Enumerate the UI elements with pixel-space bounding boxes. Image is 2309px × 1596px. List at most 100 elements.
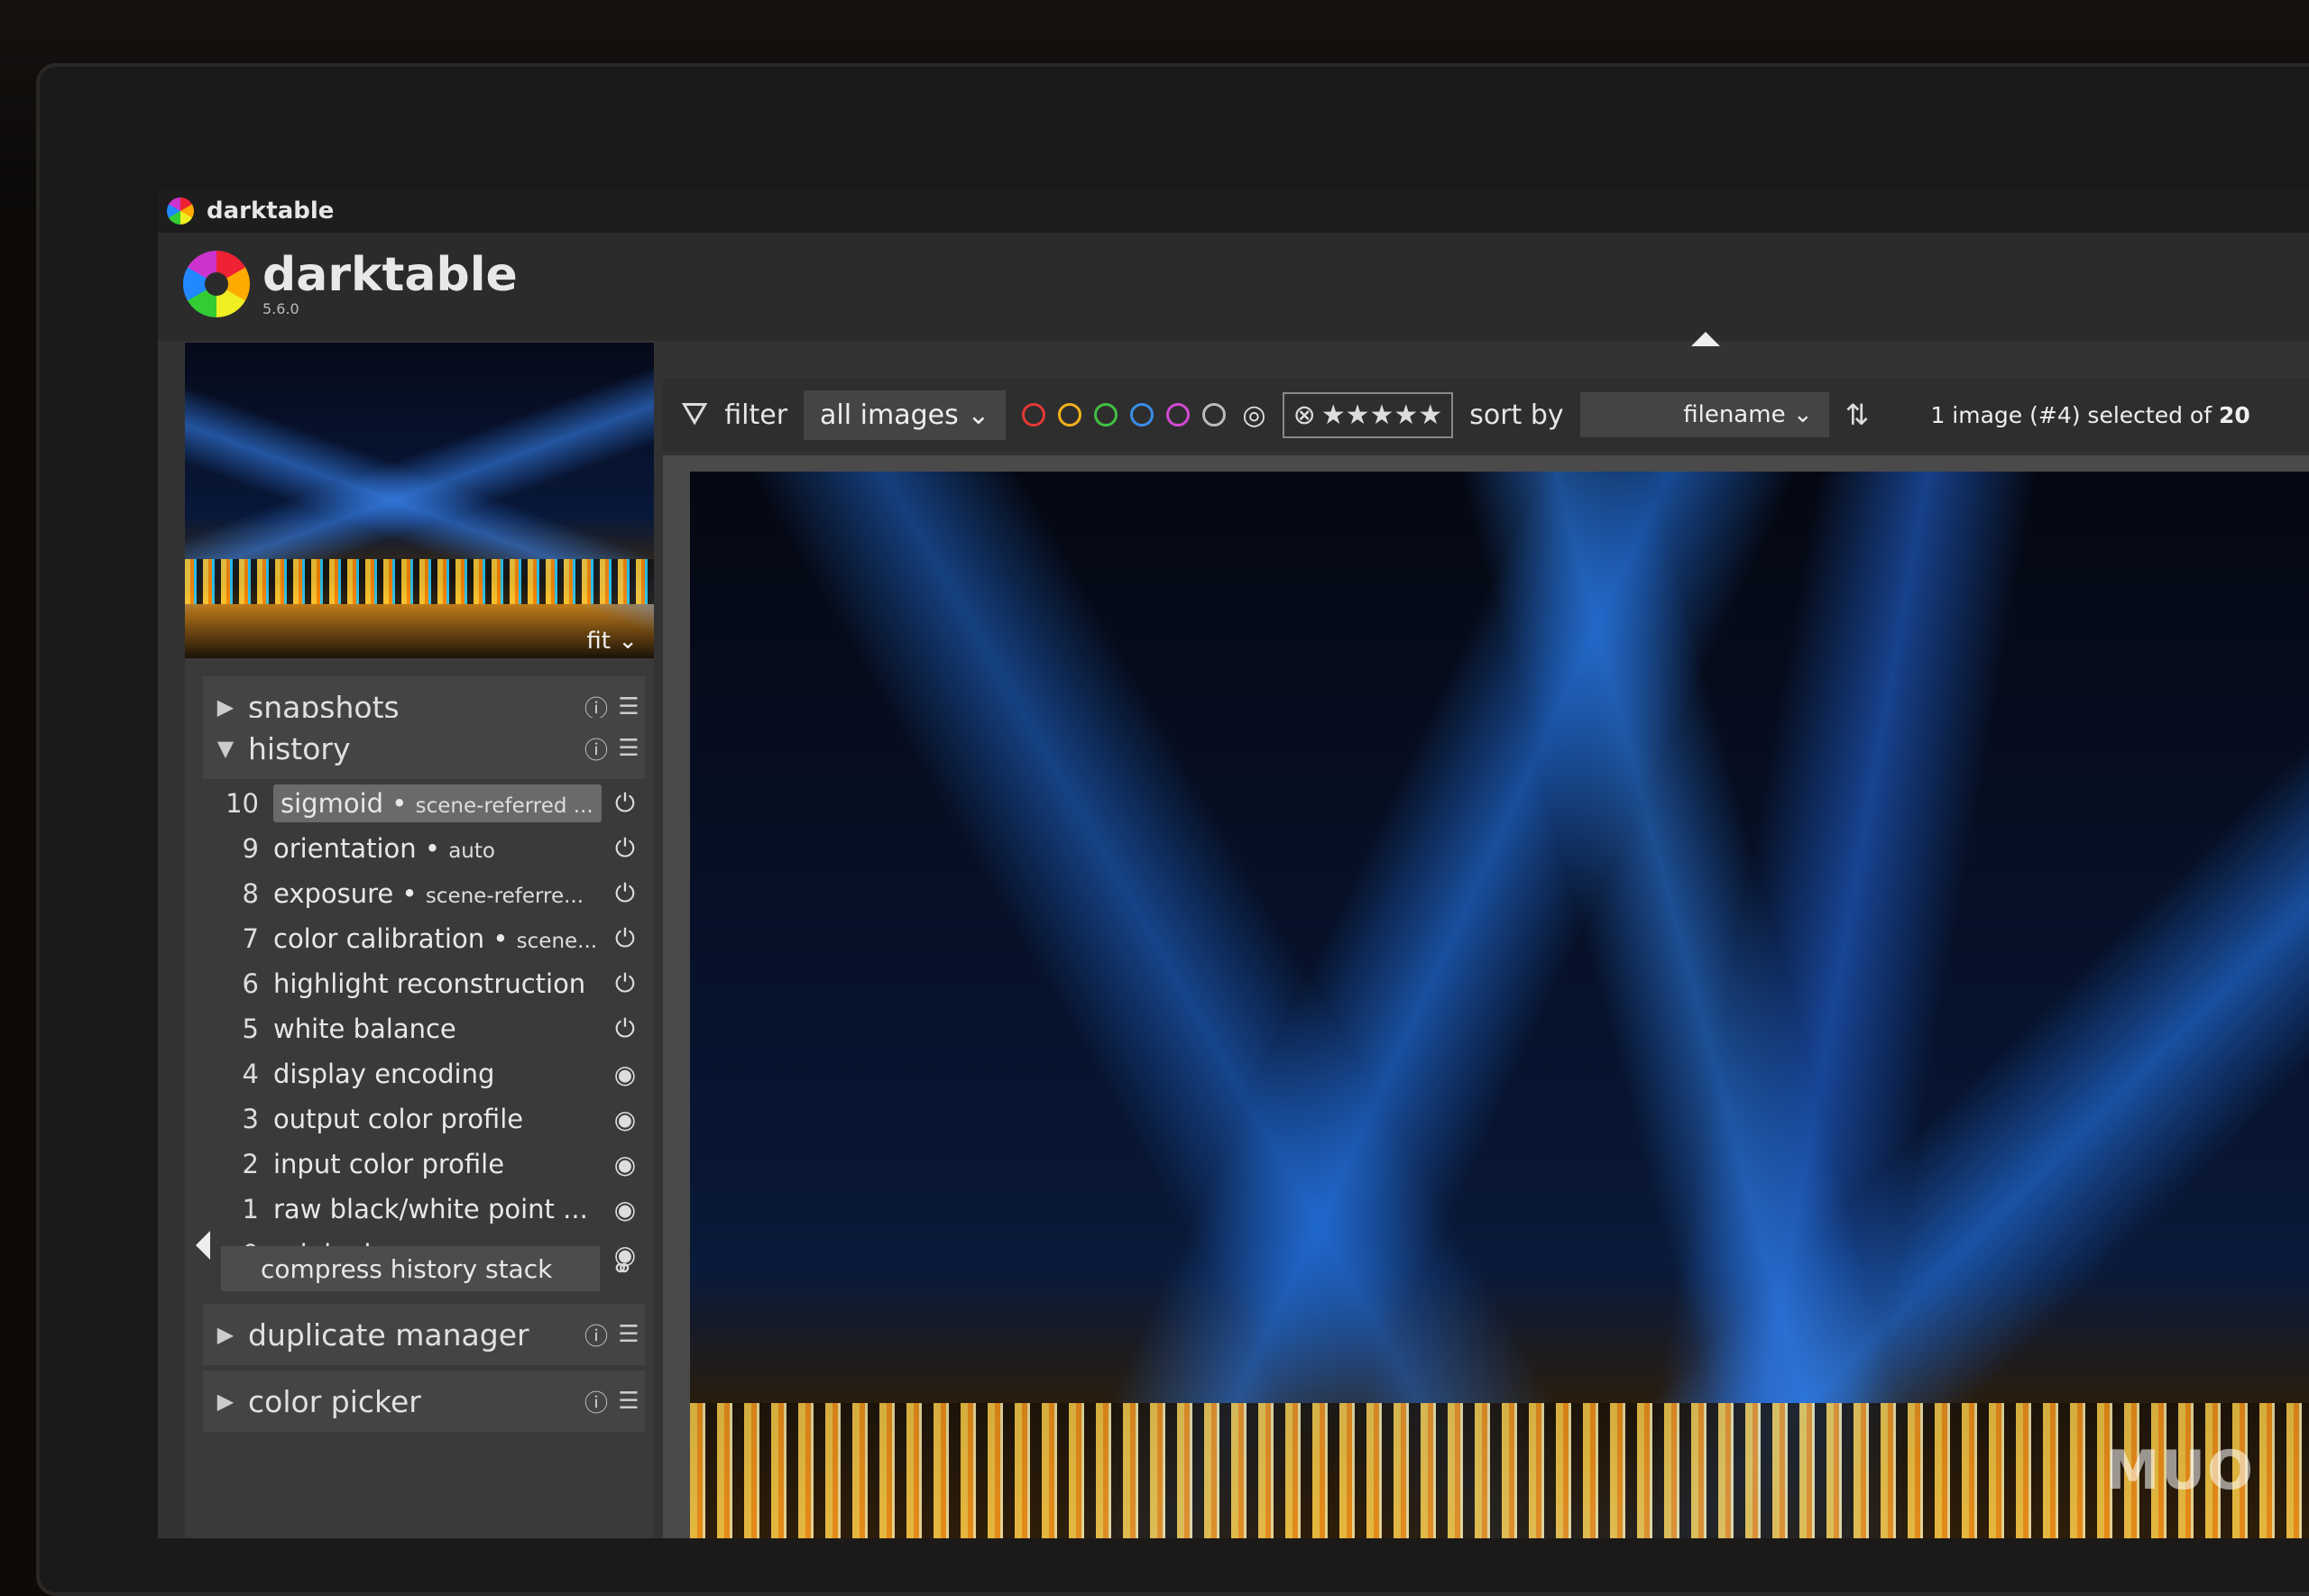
color-label-operator-icon[interactable]: ◎ (1242, 399, 1265, 431)
create-style-icon[interactable]: ⚭ (600, 1253, 645, 1285)
chevron-down-icon: ⌄ (967, 399, 990, 431)
sort-value: filename (1683, 401, 1786, 428)
history-item-number: 2 (242, 1149, 259, 1179)
history-item[interactable]: 7 color calibration • scene... ⏻ (203, 916, 645, 961)
app-icon (167, 197, 194, 225)
watermark: MUO (2105, 1439, 2255, 1502)
power-icon: ⏻ (614, 788, 636, 818)
left-panel: fit ⌄ ▶ snapshots ⓘ ☰ ▼ history ⓘ ☰ 10 si… (185, 343, 654, 1538)
always-on-icon: ◉ (613, 1059, 637, 1089)
history-item-module: input color profile (273, 1149, 505, 1179)
history-item-label: raw black/white point ... (273, 1194, 605, 1225)
sort-by-label: sort by (1469, 399, 1564, 431)
filter-value: all images (820, 399, 959, 431)
window-title: darktable (207, 197, 335, 225)
app-version: 5.6.0 (262, 299, 299, 317)
brand: darktable 5.6.0 (183, 251, 518, 317)
history-item-label: white balance (273, 1014, 605, 1044)
power-icon: ⏻ (614, 833, 636, 863)
history-item-module: white balance (273, 1014, 456, 1044)
power-icon: ⏻ (614, 1014, 636, 1043)
always-on-icon: ◉ (613, 1194, 637, 1225)
history-item[interactable]: 10 sigmoid • scene-referred ... ⏻ (203, 781, 645, 826)
compress-history-button[interactable]: compress history stack (221, 1246, 600, 1291)
history-item-detail: scene-referre... (425, 885, 584, 908)
history-item-module: sigmoid (281, 788, 384, 819)
color-label-circle-icon[interactable] (1022, 403, 1046, 427)
presets-menu-icon[interactable]: ☰ (612, 693, 645, 720)
screen: darktable darktable 5.6.0 fit ⌄ ▶ snapsh… (158, 189, 2309, 1538)
sort-order-icon[interactable]: ⇅ (1845, 398, 1870, 432)
selection-total: 20 (2218, 401, 2250, 428)
history-item-label: sigmoid • scene-referred ... (273, 784, 602, 822)
module-label-color-picker: color picker (248, 1383, 421, 1419)
module-color-picker[interactable]: ▶ color picker ⓘ ☰ (203, 1371, 645, 1432)
top-panel-collapse-arrow-icon[interactable] (1691, 332, 1720, 346)
expand-triangle-icon: ▶ (216, 1389, 235, 1414)
history-item-label: highlight reconstruction (273, 968, 605, 999)
filter-dropdown[interactable]: all images ⌄ (804, 390, 1007, 440)
history-item[interactable]: 9 orientation • auto ⏻ (203, 826, 645, 871)
history-item-label: display encoding (273, 1059, 605, 1089)
sort-dropdown[interactable]: filename ⌄ (1579, 392, 1829, 437)
module-history[interactable]: ▼ history ⓘ ☰ (203, 718, 645, 779)
selection-count: 1 image (#4) selected of 20 (1930, 402, 2249, 428)
history-item-module: color calibration (273, 923, 485, 954)
history-item[interactable]: 8 exposure • scene-referre... ⏻ (203, 871, 645, 916)
rating-filter[interactable]: ⊗ ★★★★★ (1282, 391, 1454, 438)
power-icon: ⏻ (614, 878, 636, 908)
history-item-detail: auto (448, 839, 495, 863)
power-icon: ⏻ (614, 968, 636, 998)
darkroom-center-view (663, 455, 2309, 1538)
app-name: darktable (262, 247, 518, 302)
reset-icon[interactable]: ⓘ (580, 1318, 612, 1352)
history-item-number: 5 (242, 1014, 259, 1044)
history-item[interactable]: 6 highlight reconstruction ⏻ (203, 961, 645, 1006)
reset-icon[interactable]: ⓘ (580, 1385, 612, 1418)
thumbnail-city-lights (185, 559, 654, 604)
navigation-thumbnail[interactable]: fit ⌄ (185, 343, 654, 658)
presets-menu-icon[interactable]: ☰ (612, 1321, 645, 1348)
history-item-module: display encoding (273, 1059, 495, 1089)
rejected-icon[interactable]: ⊗ (1293, 399, 1316, 431)
expand-triangle-icon: ▶ (216, 1322, 235, 1347)
history-item-module: raw black/white point ... (273, 1194, 588, 1225)
reset-icon[interactable]: ⓘ (580, 732, 612, 766)
left-panel-collapse-arrow-icon[interactable] (196, 1231, 210, 1260)
history-item[interactable]: 4 display encoding ◉ (203, 1051, 645, 1096)
history-item-module: highlight reconstruction (273, 968, 586, 999)
power-icon: ⏻ (614, 923, 636, 953)
chevron-down-icon: ⌄ (1792, 401, 1813, 428)
history-item-number: 10 (225, 788, 259, 819)
city-lights (690, 1403, 2309, 1538)
color-label-circle-icon[interactable] (1202, 403, 1227, 427)
module-duplicate-manager[interactable]: ▶ duplicate manager ⓘ ☰ (203, 1304, 645, 1365)
history-item-module: output color profile (273, 1104, 524, 1134)
history-item-label: output color profile (273, 1104, 605, 1134)
rating-stars-icon[interactable]: ★★★★★ (1321, 399, 1442, 431)
filter-label: filter (724, 399, 788, 431)
history-item-number: 3 (242, 1104, 259, 1134)
color-label-filters (1022, 403, 1227, 427)
history-item-number: 1 (242, 1194, 259, 1225)
zoom-fit-dropdown[interactable]: fit ⌄ (586, 628, 638, 655)
color-label-circle-icon[interactable] (1166, 403, 1191, 427)
collapse-triangle-icon: ▼ (216, 736, 235, 761)
history-item[interactable]: 2 input color profile ◉ (203, 1142, 645, 1187)
presets-menu-icon[interactable]: ☰ (612, 735, 645, 762)
main-image-preview[interactable] (690, 472, 2309, 1538)
color-label-circle-icon[interactable] (1058, 403, 1082, 427)
presets-menu-icon[interactable]: ☰ (612, 1388, 645, 1415)
history-list: 10 sigmoid • scene-referred ... ⏻ 9 orientat… (203, 781, 645, 1277)
history-item-number: 8 (242, 878, 259, 909)
history-item-number: 4 (242, 1059, 259, 1089)
color-label-circle-icon[interactable] (1130, 403, 1154, 427)
always-on-icon: ◉ (613, 1104, 637, 1134)
color-label-circle-icon[interactable] (1094, 403, 1118, 427)
history-item[interactable]: 5 white balance ⏻ (203, 1006, 645, 1051)
compress-history-row: compress history stack ⚭ (221, 1244, 645, 1293)
filter-funnel-icon[interactable]: ⛛ (681, 396, 708, 434)
history-item-detail: scene-referred ... (415, 794, 593, 818)
history-item[interactable]: 3 output color profile ◉ (203, 1096, 645, 1142)
history-item[interactable]: 1 raw black/white point ... ◉ (203, 1187, 645, 1232)
